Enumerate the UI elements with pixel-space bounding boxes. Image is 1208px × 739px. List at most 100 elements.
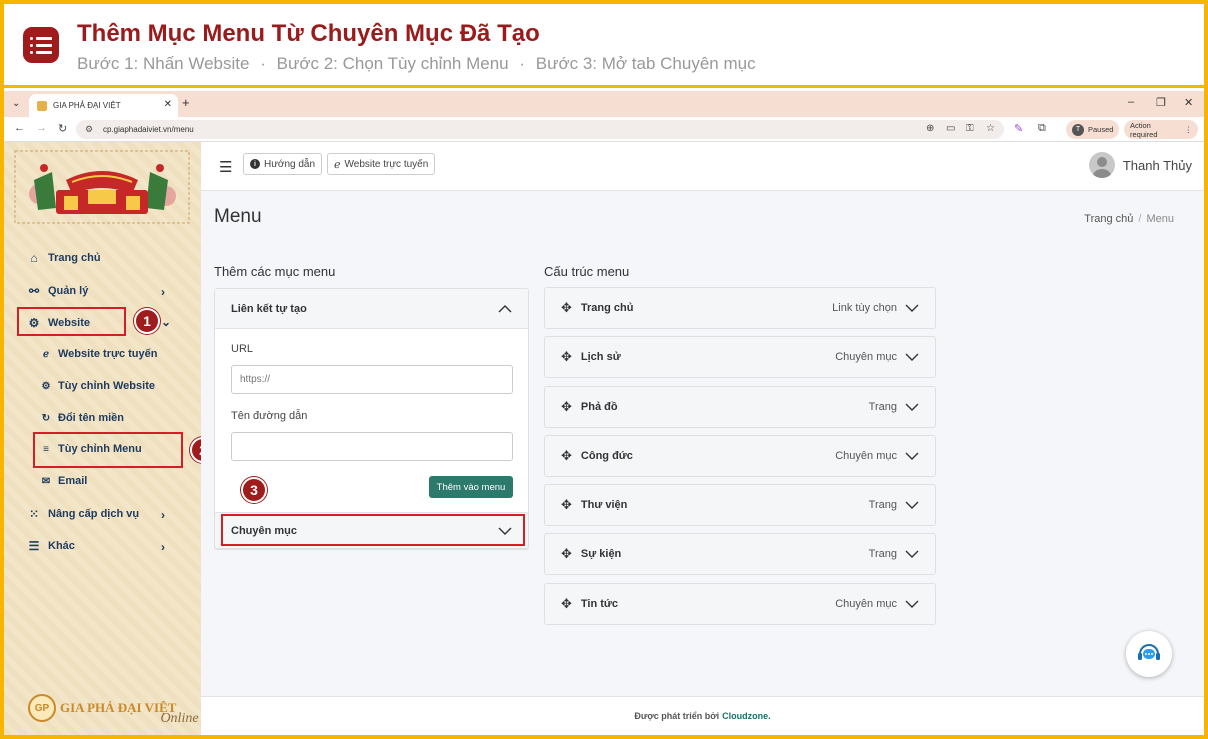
menu-item-type: Link tùy chọn bbox=[832, 302, 897, 314]
move-icon[interactable]: ✥ bbox=[561, 349, 572, 365]
path-name-input[interactable] bbox=[231, 432, 513, 461]
menu-structure-item[interactable]: ✥ Trang chủ Link tùy chọn bbox=[544, 287, 936, 329]
move-icon[interactable]: ✥ bbox=[561, 448, 572, 464]
step-text-3: Bước 3: Mở tab Chuyên mục bbox=[535, 54, 756, 73]
chevron-down-icon: ⌄ bbox=[161, 315, 172, 329]
gp-logo-icon: GP bbox=[28, 694, 56, 722]
list-icon bbox=[23, 27, 59, 63]
sidebar-item-trang-chu[interactable]: ⌂ Trang chủ bbox=[26, 251, 100, 265]
menu-item-type: Trang bbox=[868, 548, 897, 560]
menu-item-label: Lịch sử bbox=[580, 351, 621, 363]
close-tab-icon[interactable]: ✕ bbox=[164, 99, 172, 110]
avatar bbox=[1088, 152, 1115, 178]
breadcrumb-current: Menu bbox=[1146, 213, 1174, 225]
custom-link-panel: Liên kết tự tạo URL Tên đường dẫn Thêm v… bbox=[214, 288, 529, 550]
chat-support-button[interactable] bbox=[1126, 631, 1172, 677]
browser-tab-bar: ⌄ GIA PHẢ ĐẠI VIỆT ✕ + – ❐ ✕ bbox=[4, 91, 1204, 117]
install-icon[interactable]: ▭ bbox=[946, 123, 955, 134]
paused-label: Paused bbox=[1088, 125, 1114, 134]
chevron-down-icon[interactable] bbox=[905, 403, 919, 411]
action-required-button[interactable]: Action required ⋮ bbox=[1124, 120, 1198, 139]
back-icon[interactable]: ← bbox=[14, 122, 25, 134]
browser-tab[interactable]: GIA PHẢ ĐẠI VIỆT ✕ bbox=[29, 94, 178, 117]
menu-item-label: Thư viện bbox=[580, 499, 628, 511]
zoom-icon[interactable]: ⊕ bbox=[926, 123, 934, 134]
bars-icon: ☰ bbox=[28, 539, 40, 553]
chevron-down-icon[interactable] bbox=[905, 550, 919, 558]
sidebar-item-doi-ten-mien[interactable]: ↻ Đổi tên miền bbox=[40, 412, 124, 424]
move-icon[interactable]: ✥ bbox=[561, 546, 572, 562]
page-footer: Được phát triển bởi Cloudzone. bbox=[201, 696, 1204, 735]
custom-link-header[interactable]: Liên kết tự tạo bbox=[215, 289, 528, 329]
home-icon: ⌂ bbox=[30, 251, 38, 265]
sidebar-item-quan-ly[interactable]: ⚯ Quản lý bbox=[26, 284, 88, 298]
topbar: ☰ i Hướng dẫn ℯ Website trực tuyến Thanh… bbox=[201, 142, 1204, 191]
move-icon[interactable]: ✥ bbox=[561, 596, 572, 612]
dots-grid-icon: ⁙ bbox=[28, 507, 40, 521]
tab-search-icon[interactable]: ⌄ bbox=[12, 98, 20, 109]
chat-support-icon bbox=[1138, 644, 1160, 660]
online-website-label: Website trực tuyến bbox=[344, 158, 429, 170]
site-info-icon[interactable]: ⚙ bbox=[85, 124, 93, 135]
menu-structure-item[interactable]: ✥ Lịch sử Chuyên mục bbox=[544, 336, 936, 378]
footer-brand-link[interactable]: Cloudzone. bbox=[722, 711, 771, 721]
footer-text: Được phát triển bởi bbox=[634, 711, 720, 721]
sidebar-item-website-truc-tuyen[interactable]: ℯ Website trực tuyến bbox=[40, 348, 157, 360]
add-to-menu-button[interactable]: Thêm vào menu bbox=[429, 476, 513, 498]
sidebar-item-tuy-chinh-website[interactable]: ⚙ Tùy chỉnh Website bbox=[40, 380, 155, 392]
user-menu[interactable]: Thanh Thủy bbox=[1088, 152, 1192, 178]
instruction-header: Thêm Mục Menu Từ Chuyên Mục Đã Tạo Bước … bbox=[4, 4, 1204, 88]
menu-item-label: Tin tức bbox=[580, 598, 619, 610]
bookmark-star-icon[interactable]: ☆ bbox=[986, 123, 995, 134]
menu-item-type: Trang bbox=[868, 499, 897, 511]
menu-item-type: Trang bbox=[868, 401, 897, 413]
forward-icon[interactable]: → bbox=[36, 122, 47, 134]
refresh-icon: ↻ bbox=[41, 412, 51, 424]
highlight-tuy-chinh-menu bbox=[33, 432, 183, 468]
sidebar-item-label: Khác bbox=[48, 540, 75, 552]
restore-icon[interactable]: ❐ bbox=[1156, 96, 1166, 109]
guide-button[interactable]: i Hướng dẫn bbox=[243, 153, 323, 175]
chevron-down-icon[interactable] bbox=[905, 304, 919, 312]
chevron-down-icon[interactable] bbox=[905, 452, 919, 460]
instruction-steps: Bước 1: Nhấn Website · Bước 2: Chọn Tùy … bbox=[77, 54, 756, 74]
breadcrumb: Trang chủ / Menu bbox=[1084, 213, 1174, 225]
menu-structure-item[interactable]: ✥ Tin tức Chuyên mục bbox=[544, 583, 936, 625]
menu-item-label: Phả đồ bbox=[580, 401, 618, 413]
online-website-button[interactable]: ℯ Website trực tuyến bbox=[327, 153, 436, 175]
sidebar-item-label: Đổi tên miền bbox=[58, 412, 125, 424]
chevron-down-icon[interactable] bbox=[905, 600, 919, 608]
move-icon[interactable]: ✥ bbox=[561, 300, 572, 316]
minimize-icon[interactable]: – bbox=[1128, 96, 1134, 108]
reload-icon[interactable]: ↻ bbox=[58, 122, 67, 135]
move-icon[interactable]: ✥ bbox=[561, 497, 572, 513]
url-label: URL bbox=[231, 343, 254, 355]
menu-structure-item[interactable]: ✥ Phả đồ Trang bbox=[544, 386, 936, 428]
menu-toggle-icon[interactable]: ☰ bbox=[219, 158, 232, 176]
menu-structure-title: Cấu trúc menu bbox=[544, 264, 630, 279]
sidebar-item-khac[interactable]: ☰ Khác bbox=[26, 539, 75, 553]
sidebar-item-email[interactable]: ✉ Email bbox=[40, 475, 88, 487]
new-tab-icon[interactable]: + bbox=[182, 95, 190, 110]
sidebar-item-label: Website trực tuyến bbox=[58, 348, 158, 360]
more-icon[interactable]: ⋮ bbox=[1185, 125, 1193, 134]
move-icon[interactable]: ✥ bbox=[561, 399, 572, 415]
breadcrumb-home[interactable]: Trang chủ bbox=[1084, 213, 1133, 225]
chevron-down-icon[interactable] bbox=[905, 501, 919, 509]
password-icon[interactable]: ⚿ bbox=[966, 123, 974, 134]
sidebar-footer-brand: GIA PHẢ ĐẠI VIỆT bbox=[60, 700, 177, 715]
menu-structure-item[interactable]: ✥ Thư viện Trang bbox=[544, 484, 936, 526]
menu-structure-item[interactable]: ✥ Sự kiện Trang bbox=[544, 533, 936, 575]
url-field[interactable]: ⚙ cp.giaphadaiviet.vn/menu ⊕ ▭ ⚿ ☆ bbox=[76, 120, 1004, 139]
profile-paused[interactable]: T Paused bbox=[1066, 120, 1120, 139]
sidebar-item-nang-cap-dich-vu[interactable]: ⁙ Nâng cấp dịch vụ bbox=[26, 507, 139, 521]
ie-icon: ℯ bbox=[334, 158, 341, 171]
menu-item-type: Chuyên mục bbox=[835, 351, 897, 363]
menu-item-type: Chuyên mục bbox=[835, 450, 897, 462]
chevron-down-icon[interactable] bbox=[905, 353, 919, 361]
url-input[interactable] bbox=[231, 365, 513, 394]
pen-icon[interactable]: ✎ bbox=[1014, 122, 1023, 135]
menu-structure-item[interactable]: ✥ Công đức Chuyên mục bbox=[544, 435, 936, 477]
extensions-icon[interactable]: ⧉ bbox=[1038, 122, 1046, 135]
close-window-icon[interactable]: ✕ bbox=[1184, 96, 1193, 109]
